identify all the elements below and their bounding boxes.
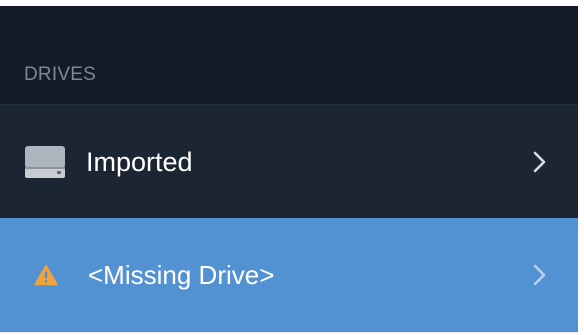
sidebar-item-label: <Missing Drive> [88, 259, 275, 290]
chevron-right-icon [532, 263, 548, 287]
warning-icon [34, 255, 58, 295]
drives-section-header: DRIVES [0, 46, 578, 104]
sidebar-item-imported[interactable]: Imported [0, 104, 578, 219]
sidebar-item-label: Imported [86, 146, 193, 177]
chevron-right-icon [532, 150, 548, 174]
drives-panel: DRIVES Imported <Missing Drive> [0, 6, 578, 333]
sidebar-item-missing-drive[interactable]: <Missing Drive> [0, 218, 578, 332]
section-title: DRIVES [24, 64, 96, 85]
divider [0, 332, 578, 333]
hard-drive-icon [24, 142, 66, 182]
